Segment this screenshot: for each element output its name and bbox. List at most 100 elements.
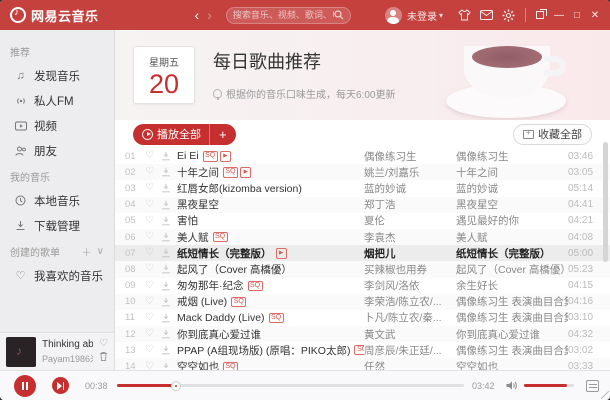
search-input[interactable]	[233, 10, 334, 20]
song-album[interactable]: 余生好长	[456, 278, 568, 293]
song-album[interactable]: 空空如也	[456, 359, 568, 370]
song-row[interactable]: 07 ♡ 纸短情长（完整版）▶ 烟把儿 纸短情长（完整版） 05:00	[115, 245, 610, 261]
like-heart-icon[interactable]: ♡	[145, 264, 161, 274]
play-queue-icon[interactable]	[586, 380, 599, 392]
like-heart-icon[interactable]: ♡	[145, 313, 161, 323]
sidebar-item-local-music[interactable]: 本地音乐	[0, 188, 114, 213]
like-heart-icon[interactable]: ♡	[145, 362, 161, 370]
mini-mode-icon[interactable]	[532, 9, 550, 22]
album-art-thumbnail[interactable]	[6, 337, 36, 367]
close-icon[interactable]: ✕	[586, 10, 604, 21]
song-row[interactable]: 09 ♡ 匆匆那年·纪念SQ 李剑风/洛依 余生好长 04:15	[115, 278, 610, 294]
skin-shirt-icon[interactable]	[453, 9, 475, 21]
song-row[interactable]: 13 ♡ PPAP (A组现场版) (原唱：PIKO太郎)SQ 周彦辰/朱正廷/…	[115, 342, 610, 358]
avatar[interactable]	[385, 7, 402, 24]
login-label[interactable]: 未登录	[407, 8, 437, 23]
download-icon[interactable]	[161, 216, 177, 226]
sidebar-item-liked-music[interactable]: ♡ 我喜欢的音乐	[0, 263, 114, 288]
song-title[interactable]: Mack Daddy (Live)SQ	[177, 312, 364, 324]
sidebar-item-video[interactable]: 视频	[0, 113, 114, 138]
song-title[interactable]: 害怕	[177, 213, 364, 228]
settings-gear-icon[interactable]	[497, 9, 519, 22]
song-artist[interactable]: 蓝的妙诚	[364, 181, 456, 196]
download-icon[interactable]	[161, 281, 177, 291]
song-title[interactable]: 你到底真心爱过谁	[177, 327, 364, 342]
song-artist[interactable]: 夏伦	[364, 213, 456, 228]
song-artist[interactable]: 任然	[364, 359, 456, 370]
mail-icon[interactable]	[475, 10, 497, 20]
like-heart-icon[interactable]: ♡	[145, 200, 161, 210]
song-album[interactable]: 黑夜星空	[456, 197, 568, 212]
download-icon[interactable]	[161, 183, 177, 193]
scrollbar[interactable]	[603, 142, 608, 262]
chevron-down-icon[interactable]: ∨	[97, 246, 104, 257]
song-row[interactable]: 12 ♡ 你到底真心爱过谁 黄文武 你到底真心爱过谁 04:32	[115, 326, 610, 342]
like-heart-icon[interactable]: ♡	[145, 216, 161, 226]
song-title[interactable]: 纸短情长（完整版）▶	[177, 246, 364, 261]
song-album[interactable]: 纸短情长（完整版）	[456, 246, 568, 261]
song-artist[interactable]: 李剑风/洛依	[364, 278, 456, 293]
download-icon[interactable]	[161, 232, 177, 242]
song-title[interactable]: 红唇女郎(kizomba version)	[177, 181, 364, 196]
song-title[interactable]: 黑夜星空	[177, 197, 364, 212]
song-title[interactable]: 空空如也SQ	[177, 359, 364, 370]
song-album[interactable]: 美人赋	[456, 230, 568, 245]
song-artist[interactable]: 买辣椒也用券	[364, 262, 456, 277]
sidebar-item-discover[interactable]: ♫ 发现音乐	[0, 63, 114, 88]
download-icon[interactable]	[161, 297, 177, 307]
next-track-button[interactable]	[52, 377, 69, 394]
song-artist[interactable]: 姚兰/刘嘉乐	[364, 165, 456, 180]
pause-button[interactable]	[14, 375, 36, 397]
like-heart-icon[interactable]: ♡	[145, 167, 161, 177]
sidebar-item-friends[interactable]: 朋友	[0, 138, 114, 163]
mv-badge[interactable]: ▶	[220, 151, 231, 162]
download-icon[interactable]	[161, 345, 177, 355]
add-to-playlist-icon[interactable]: +	[210, 128, 236, 141]
resize-handle[interactable]	[601, 391, 609, 399]
download-icon[interactable]	[161, 200, 177, 210]
song-title[interactable]: 十年之间SQ▶	[177, 165, 364, 180]
song-title[interactable]: 起风了（Cover 高橋優）	[177, 262, 364, 277]
song-artist[interactable]: 黄文武	[364, 327, 456, 342]
like-heart-icon[interactable]: ♡	[145, 232, 161, 242]
download-icon[interactable]	[161, 329, 177, 339]
search-box[interactable]	[226, 7, 351, 24]
like-heart-icon[interactable]: ♡	[145, 248, 161, 258]
chevron-down-icon[interactable]: ▾	[439, 11, 443, 20]
now-playing-mini[interactable]: Thinking about u Payam1986米 /... ♡	[0, 332, 114, 370]
progress-thumb[interactable]	[171, 381, 181, 391]
add-playlist-icon[interactable]: ＋	[82, 244, 92, 259]
song-artist[interactable]: 卜凡/陈立农/秦...	[364, 310, 456, 325]
song-artist[interactable]: 周彦辰/朱正廷/...	[364, 343, 456, 358]
like-heart-icon[interactable]: ♡	[145, 345, 161, 355]
like-heart-icon[interactable]: ♡	[145, 151, 161, 161]
song-row[interactable]: 01 ♡ Ei EiSQ▶ 偶像练习生 偶像练习生 03:46	[115, 148, 610, 164]
song-row[interactable]: 14 ♡ 空空如也SQ 任然 空空如也 03:33	[115, 358, 610, 370]
song-album[interactable]: 起风了（Cover 高橋優）《...	[456, 262, 568, 277]
song-title[interactable]: 美人赋SQ	[177, 230, 364, 245]
minimize-icon[interactable]: —	[550, 10, 568, 21]
song-title[interactable]: Ei EiSQ▶	[177, 150, 364, 162]
song-row[interactable]: 05 ♡ 害怕 夏伦 遇见最好的你 04:21	[115, 213, 610, 229]
play-all-button[interactable]: 播放全部 +	[133, 124, 236, 145]
like-heart-icon[interactable]: ♡	[145, 329, 161, 339]
app-logo[interactable]: 网易云音乐	[0, 6, 109, 25]
song-album[interactable]: 偶像练习生	[456, 149, 568, 164]
maximize-icon[interactable]: □	[568, 10, 586, 21]
song-artist[interactable]: 李袁杰	[364, 230, 456, 245]
song-album[interactable]: 蓝的妙诚	[456, 181, 568, 196]
download-icon[interactable]	[161, 264, 177, 274]
song-artist[interactable]: 李荣浩/陈立农/...	[364, 294, 456, 309]
song-artist[interactable]: 烟把儿	[364, 246, 456, 261]
download-icon[interactable]	[161, 167, 177, 177]
search-icon[interactable]	[334, 10, 344, 20]
song-artist[interactable]: 偶像练习生	[364, 149, 456, 164]
song-row[interactable]: 10 ♡ 戒烟 (Live)SQ 李荣浩/陈立农/... 偶像练习生 表演曲目合…	[115, 294, 610, 310]
sidebar-item-fm[interactable]: 私人FM	[0, 88, 114, 113]
song-title[interactable]: 匆匆那年·纪念SQ	[177, 278, 364, 293]
like-heart-icon[interactable]: ♡	[145, 183, 161, 193]
song-album[interactable]: 偶像练习生 表演曲目合集	[456, 343, 568, 358]
mv-badge[interactable]: ▶	[240, 167, 251, 178]
progress-bar[interactable]	[117, 384, 464, 387]
download-icon[interactable]	[161, 362, 177, 370]
